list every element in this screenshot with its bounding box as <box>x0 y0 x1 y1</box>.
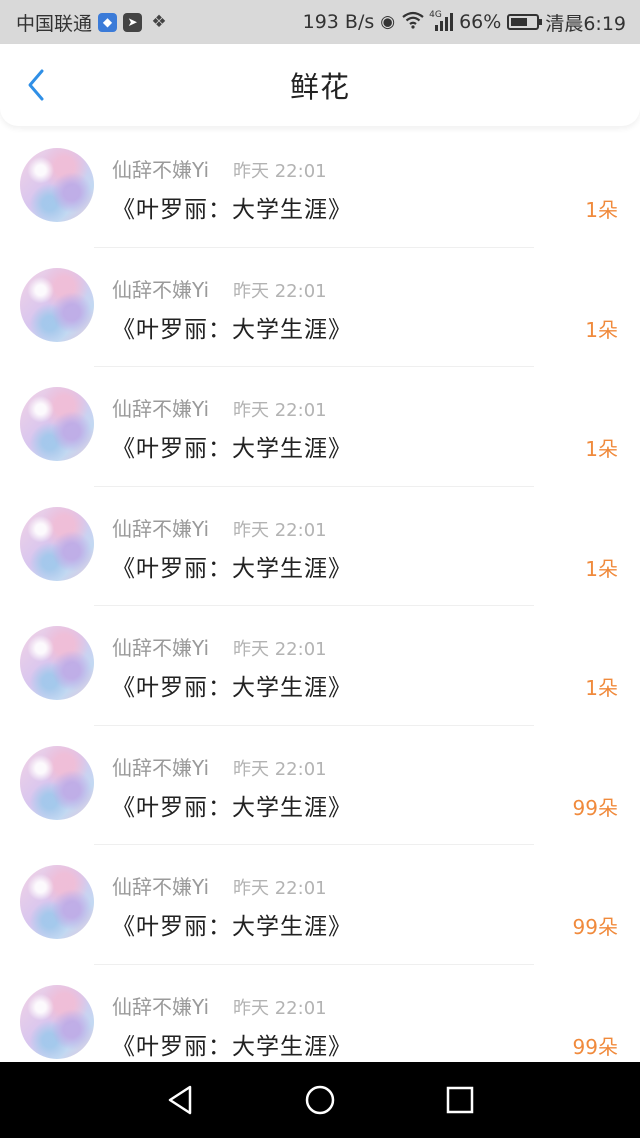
list-item[interactable]: 仙辞不嫌Yi 昨天 22:01 《叶罗丽：大学生涯》 1朵 <box>0 248 640 367</box>
book-title[interactable]: 《叶罗丽：大学生涯》 <box>112 1027 352 1061</box>
eye-icon: ◉ <box>380 12 396 32</box>
flower-count: 99朵 <box>572 795 618 820</box>
avatar[interactable] <box>20 626 94 700</box>
list-item[interactable]: 仙辞不嫌Yi 昨天 22:01 《叶罗丽：大学生涯》 99朵 <box>0 845 640 965</box>
username[interactable]: 仙辞不嫌Yi <box>112 871 209 900</box>
flower-count: 1朵 <box>585 198 618 222</box>
flower-count: 99朵 <box>572 915 618 939</box>
status-bar: 中国联通 ◆ ➤ ❖ 193 B/s ◉ 4G 66% 清晨6:19 <box>0 0 640 44</box>
timestamp: 昨天 22:01 <box>233 519 327 541</box>
back-button[interactable] <box>18 66 54 104</box>
triangle-back-icon <box>168 1085 192 1115</box>
network-type-label: 4G <box>429 10 442 20</box>
flower-count: 1朵 <box>585 556 618 581</box>
cellular-signal-icon: 4G <box>429 10 454 31</box>
timestamp: 昨天 22:01 <box>233 400 327 421</box>
battery-icon <box>507 14 543 30</box>
username[interactable]: 仙辞不嫌Yi <box>112 274 209 303</box>
timestamp: 昨天 22:01 <box>233 758 327 780</box>
avatar[interactable] <box>20 506 94 581</box>
system-nav-bar <box>0 1062 640 1138</box>
flower-list: 仙辞不嫌Yi 昨天 22:01 《叶罗丽：大学生涯》 1朵 仙辞不嫌Yi 昨天 22:01… <box>0 128 640 1084</box>
shield-app-icon: ◆ <box>98 12 118 32</box>
status-right: 193 B/s ◉ 4G 66% 清晨6:19 <box>303 9 626 36</box>
app-header: 鲜花 <box>0 44 640 126</box>
avatar[interactable] <box>20 387 94 461</box>
list-item[interactable]: 仙辞不嫌Yi 昨天 22:01 《叶罗丽：大学生涯》 1朵 <box>0 487 640 606</box>
flower-count: 1朵 <box>585 317 618 342</box>
flower-count: 99朵 <box>572 1034 618 1059</box>
avatar[interactable] <box>20 865 94 939</box>
carrier-label: 中国联通 <box>16 12 93 35</box>
square-recents-icon <box>446 1086 474 1114</box>
list-item[interactable]: 仙辞不嫌Yi 昨天 22:01 《叶罗丽：大学生涯》 1朵 <box>0 606 640 726</box>
battery-fill <box>511 18 528 26</box>
flower-count: 1朵 <box>585 676 618 700</box>
username[interactable]: 仙辞不嫌Yi <box>112 393 209 422</box>
username[interactable]: 仙辞不嫌Yi <box>112 154 209 183</box>
avatar[interactable] <box>20 267 94 342</box>
circle-home-icon <box>305 1085 335 1115</box>
list-item[interactable]: 仙辞不嫌Yi 昨天 22:01 《叶罗丽：大学生涯》 1朵 <box>0 367 640 487</box>
chevron-left-icon <box>28 69 44 101</box>
book-title[interactable]: 《叶罗丽：大学生涯》 <box>112 310 352 344</box>
wechat-icon: ❖ <box>151 12 167 32</box>
avatar[interactable] <box>20 745 94 820</box>
username[interactable]: 仙辞不嫌Yi <box>112 752 209 781</box>
status-left: 中国联通 ◆ ➤ ❖ <box>16 9 170 36</box>
list-item[interactable]: 仙辞不嫌Yi 昨天 22:01 《叶罗丽：大学生涯》 1朵 <box>0 128 640 248</box>
nav-back-button[interactable] <box>152 1072 208 1128</box>
page-title: 鲜花 <box>289 70 350 104</box>
book-title[interactable]: 《叶罗丽：大学生涯》 <box>112 429 352 463</box>
battery-percent: 66% <box>459 11 502 33</box>
share-app-icon: ➤ <box>123 12 143 32</box>
timestamp: 昨天 22:01 <box>233 639 327 660</box>
username[interactable]: 仙辞不嫌Yi <box>112 632 209 661</box>
network-speed: 193 B/s <box>302 11 375 33</box>
timestamp: 昨天 22:01 <box>233 161 327 182</box>
wifi-icon <box>401 11 425 34</box>
avatar[interactable] <box>20 148 94 222</box>
book-title[interactable]: 《叶罗丽：大学生涯》 <box>112 668 352 702</box>
username[interactable]: 仙辞不嫌Yi <box>112 991 209 1020</box>
flower-count: 1朵 <box>585 437 618 461</box>
book-title[interactable]: 《叶罗丽：大学生涯》 <box>112 907 352 941</box>
nav-home-button[interactable] <box>292 1072 348 1128</box>
avatar[interactable] <box>20 984 94 1059</box>
clock: 清晨6:19 <box>545 12 626 35</box>
timestamp: 昨天 22:01 <box>233 280 327 302</box>
timestamp: 昨天 22:01 <box>233 997 327 1019</box>
nav-recents-button[interactable] <box>432 1072 488 1128</box>
username[interactable]: 仙辞不嫌Yi <box>112 513 209 542</box>
book-title[interactable]: 《叶罗丽：大学生涯》 <box>112 190 352 224</box>
list-item[interactable]: 仙辞不嫌Yi 昨天 22:01 《叶罗丽：大学生涯》 99朵 <box>0 726 640 845</box>
book-title[interactable]: 《叶罗丽：大学生涯》 <box>112 549 352 583</box>
timestamp: 昨天 22:01 <box>233 878 327 899</box>
book-title[interactable]: 《叶罗丽：大学生涯》 <box>112 788 352 822</box>
